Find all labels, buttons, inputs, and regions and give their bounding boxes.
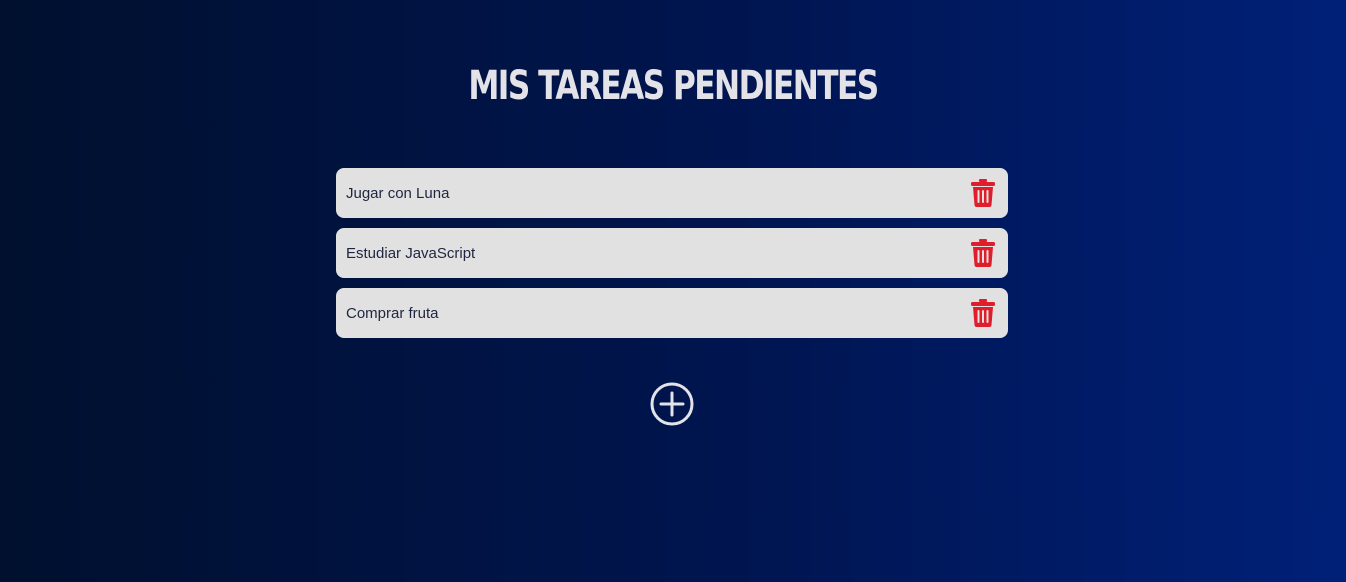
plus-circle-icon[interactable] [650, 382, 694, 426]
todo-app: MIS TAREAS PENDIENTES Jugar con Luna Est… [0, 0, 1346, 582]
task-list: Jugar con Luna Estudiar JavaScript Compr… [336, 168, 1008, 348]
task-item: Comprar fruta [336, 288, 1008, 338]
page-title: MIS TAREAS PENDIENTES [468, 63, 879, 109]
trash-icon[interactable] [971, 239, 995, 267]
task-item: Jugar con Luna [336, 168, 1008, 218]
trash-icon[interactable] [971, 299, 995, 327]
task-item: Estudiar JavaScript [336, 228, 1008, 278]
trash-icon[interactable] [971, 179, 995, 207]
task-text: Estudiar JavaScript [346, 244, 476, 262]
task-text: Jugar con Luna [346, 184, 450, 202]
task-text: Comprar fruta [346, 304, 439, 322]
